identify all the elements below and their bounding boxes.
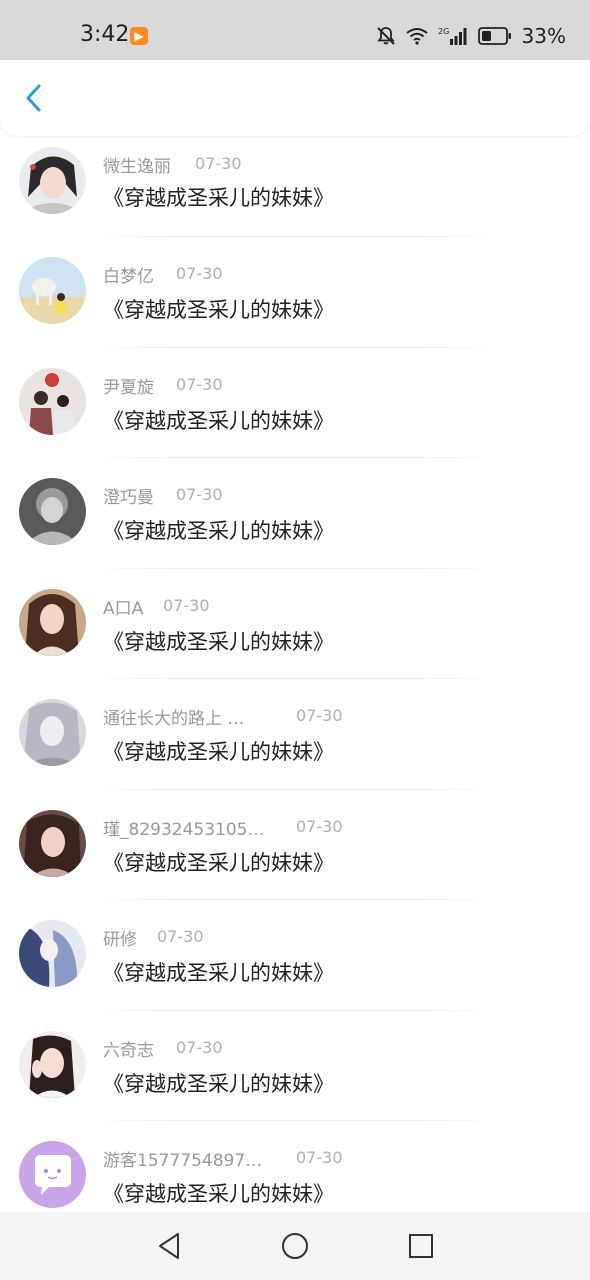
- username[interactable]: 通往长大的路上 …: [103, 704, 244, 729]
- avatar[interactable]: [19, 809, 86, 877]
- avatar[interactable]: [19, 367, 86, 435]
- book-title[interactable]: 《穿越成圣采儿的妹妹》: [103, 294, 334, 324]
- list-item[interactable]: 尹夏旋 07-30 《穿越成圣采儿的妹妹》: [0, 348, 590, 458]
- list-item[interactable]: 微生逸丽 07-30 《穿越成圣采儿的妹妹》: [0, 136, 590, 237]
- wifi-icon: [405, 28, 428, 45]
- username[interactable]: 游客1577754897…: [103, 1146, 262, 1171]
- username[interactable]: 白梦亿: [103, 262, 154, 287]
- mute-bell-icon: [376, 27, 395, 45]
- book-title[interactable]: 《穿越成圣采儿的妹妹》: [103, 515, 334, 545]
- battery-icon: [477, 27, 511, 45]
- avatar[interactable]: [19, 478, 86, 545]
- book-title[interactable]: 《穿越成圣采儿的妹妹》: [103, 405, 334, 435]
- avatar[interactable]: [19, 588, 86, 656]
- avatar[interactable]: [19, 257, 86, 324]
- list-item[interactable]: 游客1577754897… 07-30 《穿越成圣采儿的妹妹》: [0, 1121, 590, 1212]
- comment-date: 07-30: [176, 1037, 223, 1057]
- comment-date: 07-30: [195, 154, 242, 173]
- book-title[interactable]: 《穿越成圣采儿的妹妹》: [103, 1178, 334, 1208]
- app-notification-icon: ▶: [130, 27, 148, 45]
- system-nav-bar: [0, 1212, 590, 1280]
- username[interactable]: A口A: [103, 594, 143, 619]
- status-time: 3:42: [80, 22, 130, 47]
- book-title[interactable]: 《穿越成圣采儿的妹妹》: [103, 1068, 334, 1098]
- list-item[interactable]: 六奇志 07-30 《穿越成圣采儿的妹妹》: [0, 1011, 590, 1121]
- comment-list: 微生逸丽 07-30 《穿越成圣采儿的妹妹》 白梦亿 07-30 《穿越成圣采儿…: [0, 136, 590, 1212]
- book-title[interactable]: 《穿越成圣采儿的妹妹》: [103, 847, 334, 877]
- top-bar: [0, 60, 590, 136]
- home-circle-icon: [282, 1233, 308, 1259]
- avatar[interactable]: [19, 699, 86, 766]
- list-item[interactable]: 通往长大的路上 … 07-30 《穿越成圣采儿的妹妹》: [0, 679, 590, 790]
- list-item[interactable]: 瑾_82932453105… 07-30 《穿越成圣采儿的妹妹》: [0, 790, 590, 900]
- comment-date: 07-30: [157, 927, 204, 946]
- comment-date: 07-30: [176, 485, 223, 504]
- signal-2g-icon: 2G: [438, 27, 467, 45]
- book-title[interactable]: 《穿越成圣采儿的妹妹》: [103, 736, 334, 766]
- list-item[interactable]: 研修 07-30 《穿越成圣采儿的妹妹》: [0, 900, 590, 1011]
- avatar[interactable]: [19, 920, 86, 987]
- username[interactable]: 研修: [103, 925, 137, 950]
- nav-back-button[interactable]: [154, 1231, 184, 1261]
- book-title[interactable]: 《穿越成圣采儿的妹妹》: [103, 957, 334, 987]
- username[interactable]: 瑾_82932453105…: [103, 815, 264, 840]
- avatar[interactable]: [19, 1141, 86, 1208]
- battery-percentage: 33%: [521, 24, 566, 48]
- username[interactable]: 澄巧曼: [103, 483, 154, 508]
- svg-text:2G: 2G: [438, 27, 449, 36]
- comment-date: 07-30: [296, 1148, 343, 1167]
- status-bar: 3:42 ▶ 2G 33%: [0, 0, 590, 60]
- username[interactable]: 六奇志: [103, 1036, 154, 1061]
- avatar[interactable]: [19, 1030, 86, 1098]
- book-title[interactable]: 《穿越成圣采儿的妹妹》: [103, 182, 334, 212]
- nav-recents-button[interactable]: [406, 1231, 436, 1261]
- comment-date: 07-30: [176, 374, 223, 394]
- username[interactable]: 尹夏旋: [103, 373, 154, 398]
- back-triangle-icon: [159, 1233, 179, 1259]
- comment-date: 07-30: [296, 706, 343, 725]
- back-button[interactable]: [14, 78, 54, 118]
- recents-square-icon: [409, 1234, 433, 1258]
- list-item[interactable]: 澄巧曼 07-30 《穿越成圣采儿的妹妹》: [0, 458, 590, 569]
- book-title[interactable]: 《穿越成圣采儿的妹妹》: [103, 626, 334, 656]
- avatar[interactable]: [19, 147, 86, 214]
- comment-date: 07-30: [176, 264, 223, 283]
- list-item[interactable]: 白梦亿 07-30 《穿越成圣采儿的妹妹》: [0, 237, 590, 348]
- list-item[interactable]: A口A 07-30 《穿越成圣采儿的妹妹》: [0, 569, 590, 679]
- chevron-left-icon: [26, 84, 41, 112]
- comment-date: 07-30: [296, 816, 343, 836]
- status-icons: 2G 33%: [376, 24, 566, 48]
- nav-home-button[interactable]: [280, 1231, 310, 1261]
- comment-date: 07-30: [163, 595, 210, 615]
- username[interactable]: 微生逸丽: [103, 152, 171, 177]
